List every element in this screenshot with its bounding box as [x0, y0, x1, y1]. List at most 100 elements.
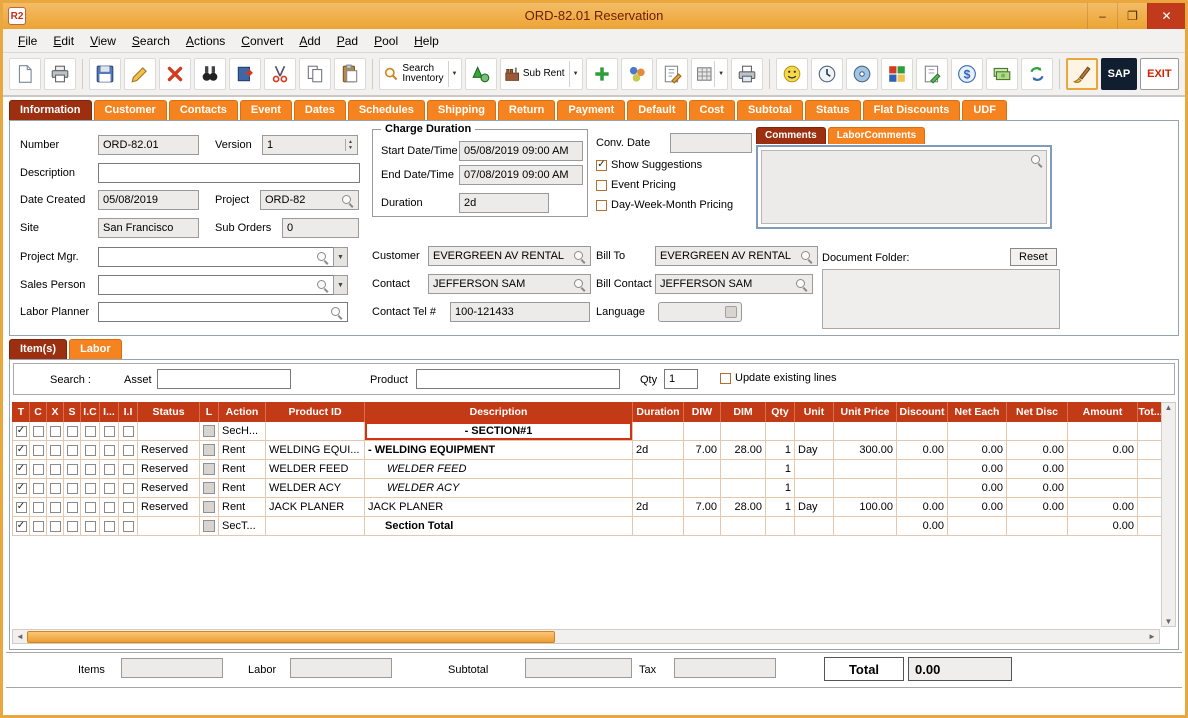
cell-unit_price[interactable] — [834, 460, 897, 479]
menu-help[interactable]: Help — [407, 31, 446, 51]
cell-net_disc[interactable]: 0.00 — [1007, 441, 1068, 460]
cell-qty[interactable]: 1 — [766, 498, 795, 517]
project-mgr-dropdown[interactable] — [333, 247, 348, 267]
cell-unit_price[interactable] — [834, 517, 897, 536]
cell-product_id[interactable] — [266, 422, 365, 441]
cell-discount[interactable]: 0.00 — [897, 498, 948, 517]
tab-contacts[interactable]: Contacts — [169, 100, 238, 120]
chevron-down-icon[interactable] — [569, 61, 579, 87]
end-date-field[interactable]: 07/08/2019 09:00 AM — [459, 165, 583, 185]
asset-input[interactable] — [157, 369, 291, 389]
cell-amount[interactable] — [1068, 422, 1138, 441]
cell-status[interactable]: Reserved — [138, 479, 200, 498]
column-header-s[interactable]: S — [64, 402, 81, 422]
conv-date-field[interactable] — [670, 133, 752, 153]
qty-input[interactable]: 1 — [664, 369, 698, 389]
menu-search[interactable]: Search — [125, 31, 177, 51]
search-icon[interactable] — [795, 278, 808, 291]
row-checkbox[interactable] — [67, 426, 78, 437]
number-field[interactable]: ORD-82.01 — [98, 135, 199, 155]
column-header-net_each[interactable]: Net Each — [948, 402, 1007, 422]
cell-desc[interactable]: JACK PLANER — [365, 498, 633, 517]
cell-duration[interactable] — [633, 422, 684, 441]
maximize-button[interactable]: ❐ — [1117, 3, 1147, 29]
column-header-duration[interactable]: Duration — [633, 402, 684, 422]
column-header-ic[interactable]: I.C — [81, 402, 100, 422]
row-checkbox[interactable] — [16, 464, 27, 475]
cell-action[interactable]: Rent — [219, 441, 266, 460]
cell-dim[interactable]: 28.00 — [721, 441, 766, 460]
row-checkbox[interactable] — [104, 521, 115, 532]
cell-discount[interactable]: 0.00 — [897, 441, 948, 460]
cell-product_id[interactable]: JACK PLANER — [266, 498, 365, 517]
cell-net_each[interactable]: 0.00 — [948, 498, 1007, 517]
cell-net_disc[interactable] — [1007, 422, 1068, 441]
search-icon[interactable] — [1030, 154, 1043, 167]
line-button[interactable] — [203, 482, 215, 494]
tab-flat-discounts[interactable]: Flat Discounts — [863, 100, 961, 120]
new-document-button[interactable] — [9, 58, 41, 90]
cell-unit[interactable] — [795, 517, 834, 536]
chevron-down-icon[interactable] — [714, 61, 724, 87]
labor-planner-field[interactable] — [98, 302, 348, 322]
row-checkbox[interactable] — [85, 521, 96, 532]
row-checkbox[interactable] — [123, 502, 134, 513]
cell-discount[interactable] — [897, 422, 948, 441]
money-button[interactable] — [986, 58, 1018, 90]
column-header-t[interactable]: T — [13, 402, 30, 422]
print-report-button[interactable] — [731, 58, 763, 90]
language-picker-icon[interactable] — [725, 306, 737, 318]
sub-orders-field[interactable]: 0 — [282, 218, 359, 238]
cell-dim[interactable]: 28.00 — [721, 498, 766, 517]
search-icon[interactable] — [316, 251, 329, 264]
row-checkbox[interactable] — [123, 464, 134, 475]
cell-unit[interactable]: Day — [795, 441, 834, 460]
row-checkbox[interactable] — [104, 426, 115, 437]
tab-schedules[interactable]: Schedules — [348, 100, 425, 120]
cell-desc[interactable]: Section Total — [365, 517, 633, 536]
close-button[interactable]: ✕ — [1147, 3, 1185, 29]
brush-button[interactable] — [1066, 58, 1098, 90]
cell-dim[interactable] — [721, 460, 766, 479]
menu-file[interactable]: File — [11, 31, 44, 51]
cell-duration[interactable] — [633, 460, 684, 479]
table-row[interactable]: ReservedRentWELDER ACYWELDER ACY10.000.0… — [13, 479, 1163, 498]
row-checkbox[interactable] — [67, 521, 78, 532]
menu-pool[interactable]: Pool — [367, 31, 405, 51]
report-button[interactable] — [229, 58, 261, 90]
cell-qty[interactable]: 1 — [766, 441, 795, 460]
print-button[interactable] — [44, 58, 76, 90]
cell-desc[interactable]: - WELDING EQUIPMENT — [365, 441, 633, 460]
line-button[interactable] — [203, 444, 215, 456]
grid-view-button[interactable] — [691, 58, 729, 90]
scrollbar-thumb[interactable] — [27, 631, 555, 643]
cell-amount[interactable] — [1068, 460, 1138, 479]
cell-action[interactable]: SecH... — [219, 422, 266, 441]
version-field[interactable]: 1 — [262, 135, 358, 155]
tab-event[interactable]: Event — [240, 100, 292, 120]
scroll-down-icon[interactable] — [1165, 617, 1173, 626]
cell-net_each[interactable]: 0.00 — [948, 441, 1007, 460]
cell-net_each[interactable]: 0.00 — [948, 479, 1007, 498]
column-header-status[interactable]: Status — [138, 402, 200, 422]
cell-unit[interactable] — [795, 479, 834, 498]
cell-unit[interactable]: Day — [795, 498, 834, 517]
column-header-action[interactable]: Action — [219, 402, 266, 422]
cell-status[interactable]: Reserved — [138, 460, 200, 479]
sync-button[interactable] — [1021, 58, 1053, 90]
tab-status[interactable]: Status — [805, 100, 861, 120]
line-button[interactable] — [203, 463, 215, 475]
column-header-desc[interactable]: Description — [365, 402, 633, 422]
event-pricing-checkbox[interactable]: Event Pricing — [596, 179, 676, 191]
cell-action[interactable]: Rent — [219, 498, 266, 517]
column-header-product_id[interactable]: Product ID — [266, 402, 365, 422]
version-spinner[interactable] — [345, 139, 353, 151]
table-row[interactable]: ReservedRentWELDER FEEDWELDER FEED10.000… — [13, 460, 1163, 479]
bill-contact-field[interactable]: JEFFERSON SAM — [655, 274, 813, 294]
tab-shipping[interactable]: Shipping — [427, 100, 496, 120]
column-header-i2[interactable]: I... — [100, 402, 119, 422]
cell-status[interactable] — [138, 517, 200, 536]
row-checkbox[interactable] — [16, 521, 27, 532]
cell-diw[interactable]: 7.00 — [684, 441, 721, 460]
table-row[interactable]: ReservedRentWELDING EQUI...- WELDING EQU… — [13, 441, 1163, 460]
